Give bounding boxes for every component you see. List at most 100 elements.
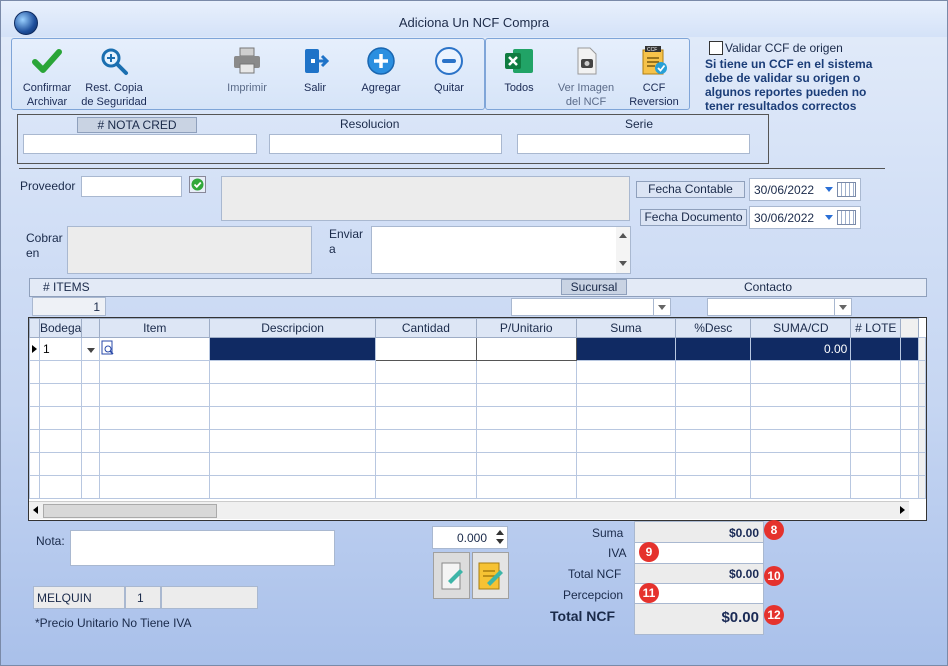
scroll-down-icon[interactable] xyxy=(619,261,627,266)
grid-horizontal-scrollbar[interactable] xyxy=(29,501,909,519)
item-cell[interactable] xyxy=(209,360,376,384)
item-lookup-cell[interactable] xyxy=(99,383,211,407)
cantidad-cell[interactable] xyxy=(475,452,577,476)
bodega-dropdown-cell[interactable] xyxy=(81,429,101,453)
table-row[interactable] xyxy=(29,360,926,384)
col-sumacd[interactable]: SUMA/CD xyxy=(750,318,852,338)
fecha-contable-picker[interactable]: 30/06/2022 xyxy=(749,178,861,201)
add-button[interactable]: Agregar xyxy=(355,45,407,95)
lote-cell[interactable] xyxy=(900,429,919,453)
sumacd-cell[interactable] xyxy=(850,406,902,430)
cantidad-cell[interactable] xyxy=(475,475,577,499)
item-lookup-cell[interactable] xyxy=(99,360,211,384)
bodega-cell[interactable] xyxy=(38,406,83,430)
bodega-dropdown-cell[interactable] xyxy=(81,360,101,384)
item-cell[interactable] xyxy=(209,406,376,430)
bodega-dropdown-cell[interactable] xyxy=(81,475,101,499)
descripcion-cell[interactable] xyxy=(374,452,477,476)
punitario-cell[interactable] xyxy=(575,383,677,407)
print-button[interactable]: Imprimir xyxy=(219,45,275,95)
item-lookup-cell[interactable] xyxy=(99,475,211,499)
col-suma[interactable]: Suma xyxy=(575,318,677,338)
col-item[interactable]: Item xyxy=(99,318,211,338)
table-row[interactable]: 1 0.00 xyxy=(29,337,926,361)
punitario-cell[interactable] xyxy=(575,452,677,476)
bodega-dropdown-cell[interactable] xyxy=(81,383,101,407)
proveedor-lookup-button[interactable] xyxy=(189,176,206,193)
item-lookup-cell[interactable] xyxy=(99,406,211,430)
export-all-button[interactable]: Todos xyxy=(495,45,543,95)
contacto-select[interactable] xyxy=(707,298,852,316)
edit-note-button[interactable] xyxy=(433,552,470,599)
sumacd-cell[interactable] xyxy=(850,383,902,407)
amount-spinner[interactable]: 0.000 xyxy=(432,526,508,549)
desc-cell[interactable] xyxy=(750,475,852,499)
descripcion-cell[interactable] xyxy=(374,383,477,407)
suma-cell[interactable] xyxy=(675,429,752,453)
desc-cell[interactable] xyxy=(750,429,852,453)
resolucion-input[interactable] xyxy=(269,134,502,154)
lote-cell[interactable] xyxy=(900,337,919,361)
cantidad-cell[interactable] xyxy=(475,383,577,407)
nota-cred-input[interactable] xyxy=(23,134,257,154)
calendar-icon[interactable] xyxy=(837,182,856,197)
punitario-cell[interactable] xyxy=(575,429,677,453)
bodega-dropdown-cell[interactable] xyxy=(81,452,101,476)
item-lookup-cell[interactable] xyxy=(99,452,211,476)
confirm-archive-button[interactable]: Confirmar Archivar xyxy=(15,45,79,109)
remove-button[interactable]: Quitar xyxy=(423,45,475,95)
col-punitario[interactable]: P/Unitario xyxy=(475,318,577,338)
item-lookup-cell[interactable] xyxy=(99,337,211,361)
scroll-right-icon[interactable] xyxy=(900,506,905,514)
sumacd-cell[interactable] xyxy=(850,337,902,361)
enviar-a-textarea[interactable] xyxy=(371,226,631,274)
sumacd-cell[interactable] xyxy=(850,475,902,499)
exit-button[interactable]: Salir xyxy=(291,45,339,95)
bodega-cell[interactable] xyxy=(38,360,83,384)
bodega-cell[interactable]: 1 xyxy=(38,337,83,361)
lote-cell[interactable] xyxy=(900,360,919,384)
calendar-icon[interactable] xyxy=(837,210,856,225)
desc-cell[interactable]: 0.00 xyxy=(750,337,852,361)
table-row[interactable] xyxy=(29,429,926,453)
desc-cell[interactable] xyxy=(750,406,852,430)
fecha-documento-picker[interactable]: 30/06/2022 xyxy=(749,206,861,229)
lote-cell[interactable] xyxy=(900,475,919,499)
suma-cell[interactable] xyxy=(675,383,752,407)
suma-cell[interactable] xyxy=(675,360,752,384)
table-row[interactable] xyxy=(29,452,926,476)
item-cell[interactable] xyxy=(209,475,376,499)
cantidad-cell[interactable] xyxy=(475,360,577,384)
descripcion-cell[interactable] xyxy=(374,360,477,384)
cantidad-cell[interactable] xyxy=(475,429,577,453)
suma-cell[interactable] xyxy=(675,475,752,499)
nota-input[interactable] xyxy=(70,530,335,566)
desc-cell[interactable] xyxy=(750,452,852,476)
desc-cell[interactable] xyxy=(750,360,852,384)
sumacd-cell[interactable] xyxy=(850,360,902,384)
sumacd-cell[interactable] xyxy=(850,429,902,453)
bodega-cell[interactable] xyxy=(38,429,83,453)
validar-ccf-checkbox[interactable] xyxy=(709,41,723,55)
suma-cell[interactable] xyxy=(675,452,752,476)
table-row[interactable] xyxy=(29,475,926,499)
desc-cell[interactable] xyxy=(750,383,852,407)
item-cell[interactable] xyxy=(209,337,376,361)
scroll-left-icon[interactable] xyxy=(33,506,38,514)
col-bodega[interactable]: Bodega xyxy=(38,318,83,338)
descripcion-cell[interactable] xyxy=(374,406,477,430)
restore-backup-button[interactable]: Rest. Copia de Seguridad xyxy=(79,45,149,109)
cantidad-cell[interactable] xyxy=(475,337,577,361)
descripcion-cell[interactable] xyxy=(374,429,477,453)
punitario-cell[interactable] xyxy=(575,475,677,499)
bodega-cell[interactable] xyxy=(38,475,83,499)
item-cell[interactable] xyxy=(209,452,376,476)
item-cell[interactable] xyxy=(209,429,376,453)
col-cantidad[interactable]: Cantidad xyxy=(374,318,477,338)
spinner-down-icon[interactable] xyxy=(496,539,504,544)
cantidad-cell[interactable] xyxy=(475,406,577,430)
suma-cell[interactable] xyxy=(675,406,752,430)
lote-cell[interactable] xyxy=(900,383,919,407)
sumacd-cell[interactable] xyxy=(850,452,902,476)
punitario-cell[interactable] xyxy=(575,360,677,384)
